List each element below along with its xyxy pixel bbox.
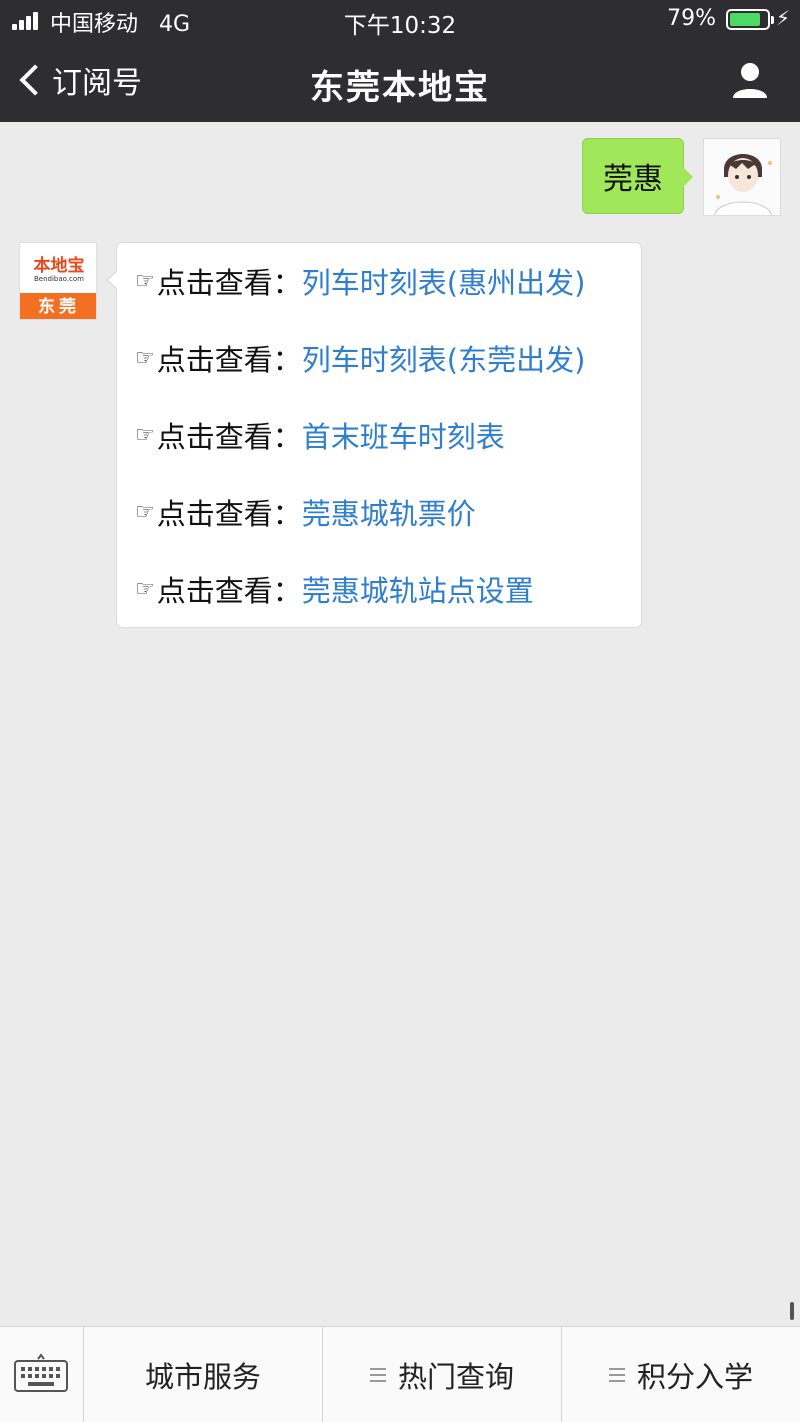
person-icon[interactable] bbox=[730, 60, 770, 100]
link-fares[interactable]: 莞惠城轨票价 bbox=[302, 491, 476, 533]
logo-url: Bendibao.com bbox=[33, 275, 84, 283]
bottom-menu: 城市服务 热门查询 积分入学 bbox=[0, 1326, 800, 1422]
nav-bar: 订阅号 东莞本地宝 bbox=[0, 40, 800, 122]
official-account-avatar[interactable]: 本地宝 Bendibao.com 东莞 bbox=[19, 242, 97, 320]
page-title: 东莞本地宝 bbox=[310, 68, 490, 108]
item-prefix: 点击查看： bbox=[156, 266, 302, 300]
scroll-indicator[interactable] bbox=[790, 1302, 794, 1320]
menu-label: 城市服务 bbox=[144, 1360, 261, 1394]
logo-city: 东莞 bbox=[20, 293, 96, 319]
charging-icon: ⚡ bbox=[775, 6, 790, 30]
list-item: ☞ 点击查看： 列车时刻表(东莞出发) bbox=[135, 336, 585, 380]
link-train-schedule-dongguan[interactable]: 列车时刻表(东莞出发) bbox=[302, 337, 586, 379]
menu-hot-queries[interactable]: 热门查询 bbox=[323, 1327, 562, 1422]
chat-area[interactable]: 莞惠 本地宝 Bendibao.com 东莞 ☞ 点击查看： 列车时刻表(惠州出… bbox=[0, 122, 800, 1326]
list-item: ☞ 点击查看： 莞惠城轨站点设置 bbox=[135, 567, 534, 611]
item-prefix: 点击查看： bbox=[156, 343, 302, 377]
top-bar: 中国移动 4G 下午10:32 79% ⚡ 订阅号 东莞本地宝 bbox=[0, 0, 800, 122]
battery-icon bbox=[726, 9, 774, 30]
menu-label: 积分入学 bbox=[636, 1360, 753, 1394]
menu-label: 热门查询 bbox=[397, 1360, 514, 1394]
pointing-hand-icon: ☞ bbox=[135, 422, 155, 448]
keyboard-icon[interactable] bbox=[0, 1327, 84, 1422]
list-item: ☞ 点击查看： 莞惠城轨票价 bbox=[135, 490, 476, 534]
bot-message-bubble: ☞ 点击查看： 列车时刻表(惠州出发) ☞ 点击查看： 列车时刻表(东莞出发) … bbox=[106, 242, 642, 628]
status-bar: 中国移动 4G 下午10:32 79% ⚡ bbox=[0, 0, 800, 40]
link-first-last-train[interactable]: 首末班车时刻表 bbox=[302, 414, 505, 456]
list-item: ☞ 点击查看： 列车时刻表(惠州出发) bbox=[135, 259, 585, 303]
item-prefix: 点击查看： bbox=[156, 497, 302, 531]
battery-percent: 79% bbox=[667, 6, 716, 31]
item-prefix: 点击查看： bbox=[156, 420, 302, 454]
list-item: ☞ 点击查看： 首末班车时刻表 bbox=[135, 413, 505, 457]
pointing-hand-icon: ☞ bbox=[135, 499, 155, 525]
link-stations[interactable]: 莞惠城轨站点设置 bbox=[302, 568, 534, 610]
pointing-hand-icon: ☞ bbox=[135, 345, 155, 371]
menu-lines-icon bbox=[608, 1368, 625, 1382]
menu-city-services[interactable]: 城市服务 bbox=[84, 1327, 323, 1422]
pointing-hand-icon: ☞ bbox=[135, 576, 155, 602]
link-train-schedule-huizhou[interactable]: 列车时刻表(惠州出发) bbox=[302, 260, 586, 302]
item-prefix: 点击查看： bbox=[156, 574, 302, 608]
logo-brand: 本地宝 bbox=[33, 256, 85, 276]
user-message-bubble[interactable]: 莞惠 bbox=[582, 138, 693, 214]
menu-lines-icon bbox=[369, 1368, 386, 1382]
user-avatar[interactable] bbox=[703, 138, 781, 216]
user-message-text: 莞惠 bbox=[603, 162, 663, 197]
pointing-hand-icon: ☞ bbox=[135, 268, 155, 294]
menu-points-admission[interactable]: 积分入学 bbox=[562, 1327, 800, 1422]
